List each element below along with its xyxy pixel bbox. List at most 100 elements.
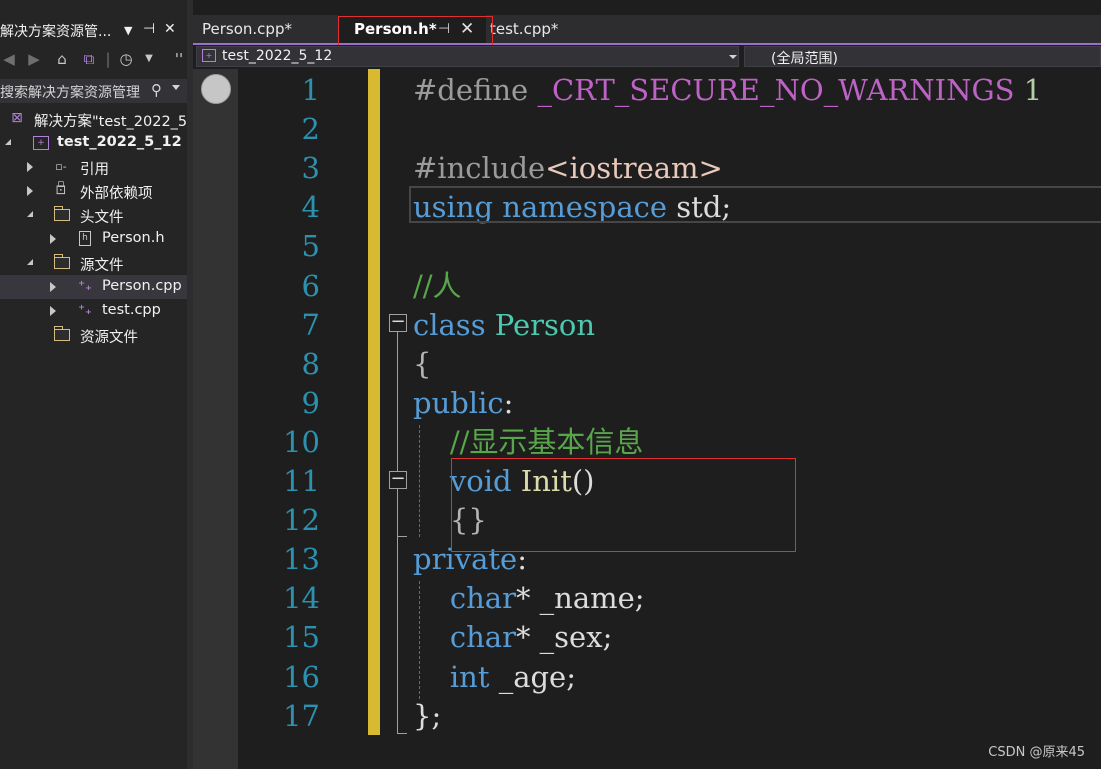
solution-icon: ⊠: [11, 110, 23, 126]
collapse-class-icon[interactable]: −: [389, 313, 407, 332]
more-icon[interactable]: '': [170, 49, 187, 69]
collapse-arrow-icon[interactable]: [50, 282, 56, 292]
code-token: _CRT_SECURE_NO_WARNINGS: [537, 73, 1015, 107]
editor-area: Person.cpp* Person.h* ⊣ ✕ test.cpp* + te…: [193, 0, 1101, 769]
tree-item-references[interactable]: ▫-▫ 引用: [0, 155, 187, 190]
indent-guide: [419, 581, 420, 699]
document-tab-strip: Person.cpp* Person.h* ⊣ ✕ test.cpp*: [193, 15, 1101, 45]
code-line[interactable]: public:: [413, 384, 513, 423]
tab-person-cpp[interactable]: Person.cpp*: [193, 15, 338, 43]
project-icon: +: [33, 136, 49, 150]
annotation-highlight-init: [451, 458, 796, 552]
tree-item-person-h[interactable]: h Person.h: [0, 227, 187, 251]
forward-icon[interactable]: ▶: [25, 49, 43, 69]
collapse-arrow-icon[interactable]: [50, 306, 56, 316]
tree-item-project[interactable]: + test_2022_5_12: [0, 131, 187, 155]
panel-dropdown-icon[interactable]: ▼: [124, 24, 132, 37]
pending-changes-icon[interactable]: ◷: [117, 49, 135, 69]
vs-switch-view-icon[interactable]: ⧉: [80, 49, 98, 69]
outline-line: [397, 332, 398, 734]
tree-item-source-files[interactable]: 源文件: [0, 251, 187, 275]
collapse-function-icon[interactable]: −: [389, 470, 407, 489]
solution-explorer-title-bar: 解决方案资源管... ▼ ⊣ ✕: [0, 17, 187, 43]
breakpoint-indicator[interactable]: [201, 74, 231, 104]
code-line[interactable]: //显示基本信息: [413, 423, 644, 462]
scope-combo[interactable]: (全局范围): [744, 46, 1101, 67]
code-line[interactable]: char* _name;: [413, 579, 645, 618]
tree-item-label: test.cpp: [102, 302, 161, 318]
chevron-down-icon[interactable]: ▼: [140, 49, 158, 69]
code-line[interactable]: #define _CRT_SECURE_NO_WARNINGS 1: [413, 71, 1042, 110]
tree-item-label: 解决方案"test_2022_5: [34, 114, 187, 130]
code-line[interactable]: char* _sex;: [413, 618, 612, 657]
tree-item-person-cpp[interactable]: ⁺₊ Person.cpp: [0, 275, 187, 299]
navigation-bar: + test_2022_5_12 (全局范围): [193, 45, 1101, 69]
tree-item-label: 源文件: [80, 258, 124, 274]
tree-item-resource-files[interactable]: 资源文件: [0, 323, 187, 347]
line-number: 2: [301, 112, 320, 147]
tree-item-test-cpp[interactable]: ⁺₊ test.cpp: [0, 299, 187, 323]
change-tracking-bar: [368, 69, 380, 735]
code-token: //显示基本信息: [413, 424, 644, 459]
current-line-highlight: [409, 186, 1101, 223]
back-icon[interactable]: ◀: [0, 49, 18, 69]
code-token: #define: [413, 73, 538, 107]
pin-icon[interactable]: ⊣: [143, 21, 155, 37]
code-line[interactable]: //人: [413, 267, 462, 306]
expand-arrow-icon[interactable]: [5, 139, 11, 145]
external-dependencies-icon: ⊡: [55, 183, 67, 198]
solution-explorer-search[interactable]: 搜索解决方案资源管理 ⚲: [0, 79, 187, 103]
code-editor[interactable]: 1 2 3 4 5 6 7 8 9 10 11 12 13 14 15 16 17 #define _CRT_S…: [193, 69, 1101, 769]
chevron-down-icon[interactable]: [729, 55, 737, 59]
scope-combo-value: (全局范围): [771, 51, 838, 67]
code-token: char: [449, 620, 516, 655]
project-combo-value: test_2022_5_12: [222, 48, 333, 64]
search-icon[interactable]: ⚲: [151, 81, 162, 99]
code-token: :: [503, 385, 514, 420]
code-token: _age;: [489, 659, 576, 694]
search-options-icon[interactable]: [172, 85, 180, 90]
collapse-arrow-icon[interactable]: [27, 186, 33, 196]
collapse-arrow-icon[interactable]: [27, 162, 33, 172]
line-number: 10: [283, 424, 320, 459]
close-panel-icon[interactable]: ✕: [164, 21, 176, 37]
project-combo[interactable]: + test_2022_5_12: [196, 46, 739, 67]
line-number: 6: [301, 268, 320, 303]
tree-item-solution[interactable]: ⊠ 解决方案"test_2022_5: [0, 107, 187, 131]
outline-end: [397, 733, 407, 734]
code-token: class: [413, 307, 486, 342]
code-token: {: [413, 346, 432, 381]
cpp-file-icon: ⁺₊: [78, 279, 92, 294]
code-line[interactable]: class Person: [413, 306, 595, 345]
pin-tab-icon[interactable]: ⊣: [438, 15, 450, 43]
code-line[interactable]: };: [413, 697, 441, 736]
home-icon[interactable]: ⌂: [53, 49, 71, 69]
cpp-file-icon: ⁺₊: [78, 303, 92, 318]
tab-person-h[interactable]: Person.h* ⊣ ✕: [338, 15, 486, 43]
code-token: //人: [413, 268, 462, 303]
tree-item-label: 头文件: [80, 210, 124, 226]
tab-test-cpp[interactable]: test.cpp*: [482, 15, 612, 43]
folder-icon: [54, 326, 70, 341]
tree-item-external-dependencies[interactable]: ⊡ 外部依赖项: [0, 179, 187, 203]
solution-explorer-panel: 解决方案资源管... ▼ ⊣ ✕ ◀ ▶ ⌂ ⧉ | ◷ ▼ '' 搜索解决方案…: [0, 0, 187, 769]
code-line[interactable]: {: [413, 345, 431, 384]
collapse-arrow-icon[interactable]: [50, 234, 56, 244]
tree-item-label: 资源文件: [80, 330, 138, 346]
close-tab-icon[interactable]: ✕: [460, 15, 474, 43]
code-line[interactable]: #include<iostream>: [413, 149, 723, 188]
line-number: 8: [301, 346, 320, 381]
expand-arrow-icon[interactable]: [27, 211, 33, 217]
code-token: <iostream>: [545, 151, 723, 186]
line-number: 15: [283, 620, 320, 655]
line-number: 11: [283, 464, 320, 498]
glyph-margin[interactable]: [193, 69, 238, 769]
header-file-icon: h: [79, 231, 91, 246]
tree-item-header-files[interactable]: 头文件: [0, 203, 187, 227]
folder-icon: [54, 206, 70, 221]
expand-arrow-icon[interactable]: [27, 259, 33, 265]
code-line[interactable]: int _age;: [413, 658, 576, 697]
line-number: 5: [301, 229, 320, 264]
folder-icon: [54, 254, 70, 269]
